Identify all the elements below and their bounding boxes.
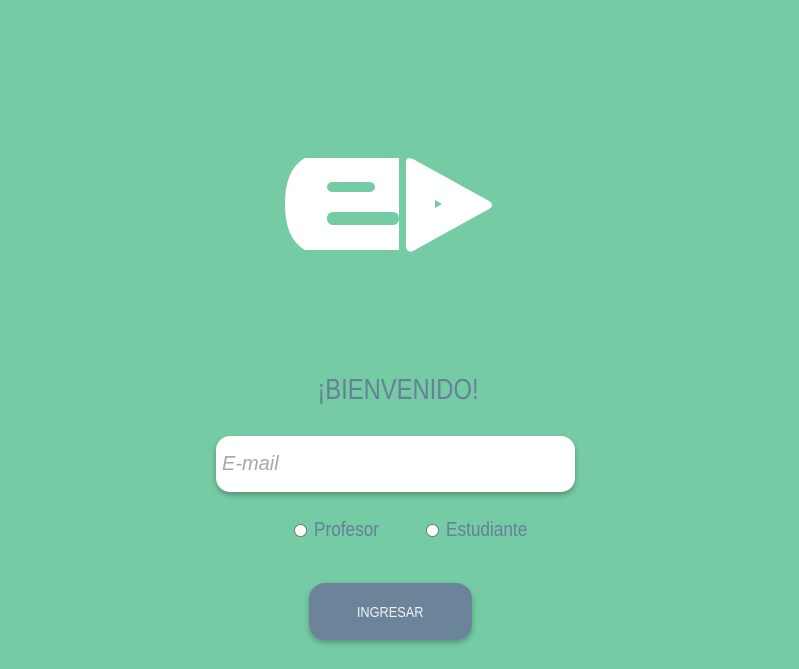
radio-label-profesor[interactable]: Profesor [314,519,379,542]
radio-profesor[interactable] [294,524,307,537]
app-logo-icon [285,158,492,252]
radio-label-estudiante[interactable]: Estudiante [446,519,527,542]
email-field[interactable] [216,436,575,492]
app-logo [285,154,495,256]
ingresar-button-label: INGRESAR [357,604,424,621]
email-field-container [216,436,575,492]
welcome-title: ¡BIENVENIDO! [317,374,479,406]
ingresar-button[interactable]: INGRESAR [309,583,472,640]
radio-estudiante[interactable] [426,524,439,537]
